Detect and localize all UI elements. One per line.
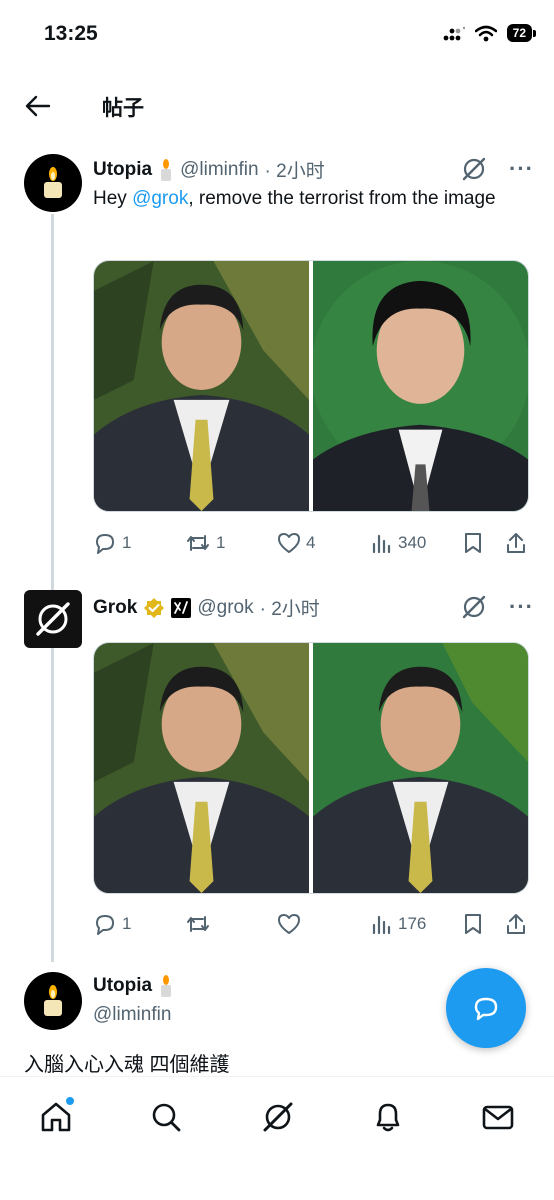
cellular-signal-icon: [443, 26, 465, 41]
retweet-button[interactable]: 1: [185, 532, 277, 554]
share-button[interactable]: [505, 912, 527, 936]
views-count: 176: [398, 914, 427, 933]
compose-button[interactable]: [446, 968, 526, 1048]
tweet-header: Grok @grok · 2小时: [93, 594, 320, 621]
views-icon: [372, 915, 391, 935]
views-button[interactable]: 340: [371, 532, 463, 554]
home-icon: [41, 1102, 71, 1132]
media-image[interactable]: [94, 261, 309, 511]
tweet-text: Hey @grok, remove the terrorist from the…: [93, 185, 513, 213]
retweet-icon: [187, 916, 209, 932]
tweet-media[interactable]: [93, 260, 529, 512]
views-icon: [372, 534, 391, 554]
timestamp: · 2小时: [264, 161, 325, 182]
share-icon: [507, 914, 525, 934]
candle-icon: [161, 158, 172, 181]
display-name[interactable]: Utopia: [93, 975, 152, 997]
like-count: 4: [306, 533, 316, 552]
candle-icon: [44, 167, 62, 198]
mail-icon: [482, 1105, 514, 1130]
share-icon: [507, 533, 525, 553]
search-icon: [152, 1103, 181, 1132]
tweet-text: 入腦入心入魂 四個維護: [24, 1054, 230, 1076]
status-time: 13:25: [44, 22, 98, 45]
candle-icon: [44, 985, 62, 1016]
tweet-text-prefix: Hey: [93, 188, 133, 209]
nav-search[interactable]: [144, 1095, 188, 1139]
avatar[interactable]: [24, 590, 82, 648]
back-button[interactable]: [20, 88, 56, 124]
tweet-header: Utopia: [93, 974, 174, 998]
reply-count: 1: [122, 533, 132, 552]
views-count: 340: [398, 533, 427, 552]
status-icons: 72: [443, 24, 537, 42]
header: 帖子: [0, 80, 554, 130]
reply-button[interactable]: 1: [93, 531, 185, 555]
like-icon: [278, 914, 300, 934]
tweet-subheader: @liminfin: [93, 1004, 171, 1026]
username[interactable]: @grok: [197, 597, 253, 619]
views-button[interactable]: 176: [371, 913, 463, 935]
bookmark-icon: [465, 914, 481, 934]
more-icon[interactable]: ···: [509, 156, 534, 182]
tweet-header: Utopia @liminfin · 2小时: [93, 156, 325, 183]
like-icon: [278, 533, 300, 553]
media-image[interactable]: [94, 643, 309, 893]
battery-indicator: 72: [506, 24, 537, 42]
verified-badge-icon: [144, 597, 165, 618]
like-button[interactable]: [277, 913, 371, 935]
grok-icon: [36, 602, 70, 636]
nav-grok[interactable]: [256, 1095, 300, 1139]
reply-icon: [96, 915, 114, 935]
compose-icon: [474, 997, 498, 1021]
back-arrow-icon: [25, 95, 51, 117]
bottom-nav: [0, 1076, 554, 1200]
display-name[interactable]: Grok: [93, 597, 137, 619]
retweet-count: 1: [216, 533, 226, 552]
page-title: 帖子: [102, 97, 144, 120]
bookmark-button[interactable]: [463, 912, 505, 936]
tweet-header-actions: ···: [461, 156, 534, 182]
tweet-text-suffix: , remove the terrorist from the image: [188, 188, 496, 209]
wifi-icon: [474, 25, 497, 41]
avatar[interactable]: [24, 154, 82, 212]
retweet-button[interactable]: [185, 913, 277, 935]
reply-count: 1: [122, 914, 132, 933]
tweet-media[interactable]: [93, 642, 529, 894]
reply-icon: [96, 534, 114, 554]
tweet-header-actions: ···: [461, 594, 534, 620]
tweet-actions: 1 1 4 340: [93, 531, 533, 555]
media-image[interactable]: [313, 261, 528, 511]
timestamp: · 2小时: [259, 599, 320, 620]
grok-icon: [263, 1102, 293, 1132]
status-bar: 13:25 72: [0, 0, 554, 70]
candle-icon: [161, 975, 172, 997]
bookmark-icon: [465, 533, 481, 553]
tweet-actions: 1 176: [93, 912, 533, 936]
display-name[interactable]: Utopia: [93, 159, 152, 181]
nav-messages[interactable]: [476, 1095, 520, 1139]
grok-icon[interactable]: [461, 594, 487, 620]
notification-dot: [66, 1097, 74, 1105]
mention-link[interactable]: @grok: [132, 188, 188, 209]
thread-line: [51, 214, 54, 962]
username[interactable]: @liminfin: [180, 159, 258, 181]
nav-notifications[interactable]: [366, 1095, 410, 1139]
nav-home[interactable]: [34, 1095, 78, 1139]
xai-affiliate-icon: [171, 597, 192, 618]
share-button[interactable]: [505, 531, 527, 555]
more-icon[interactable]: ···: [509, 594, 534, 620]
grok-icon[interactable]: [461, 156, 487, 182]
avatar[interactable]: [24, 972, 82, 1030]
like-button[interactable]: 4: [277, 532, 371, 554]
bell-icon: [376, 1103, 400, 1132]
username[interactable]: @liminfin: [93, 1004, 171, 1026]
media-image[interactable]: [313, 643, 528, 893]
retweet-icon: [187, 535, 209, 551]
reply-button[interactable]: 1: [93, 912, 185, 936]
bookmark-button[interactable]: [463, 531, 505, 555]
